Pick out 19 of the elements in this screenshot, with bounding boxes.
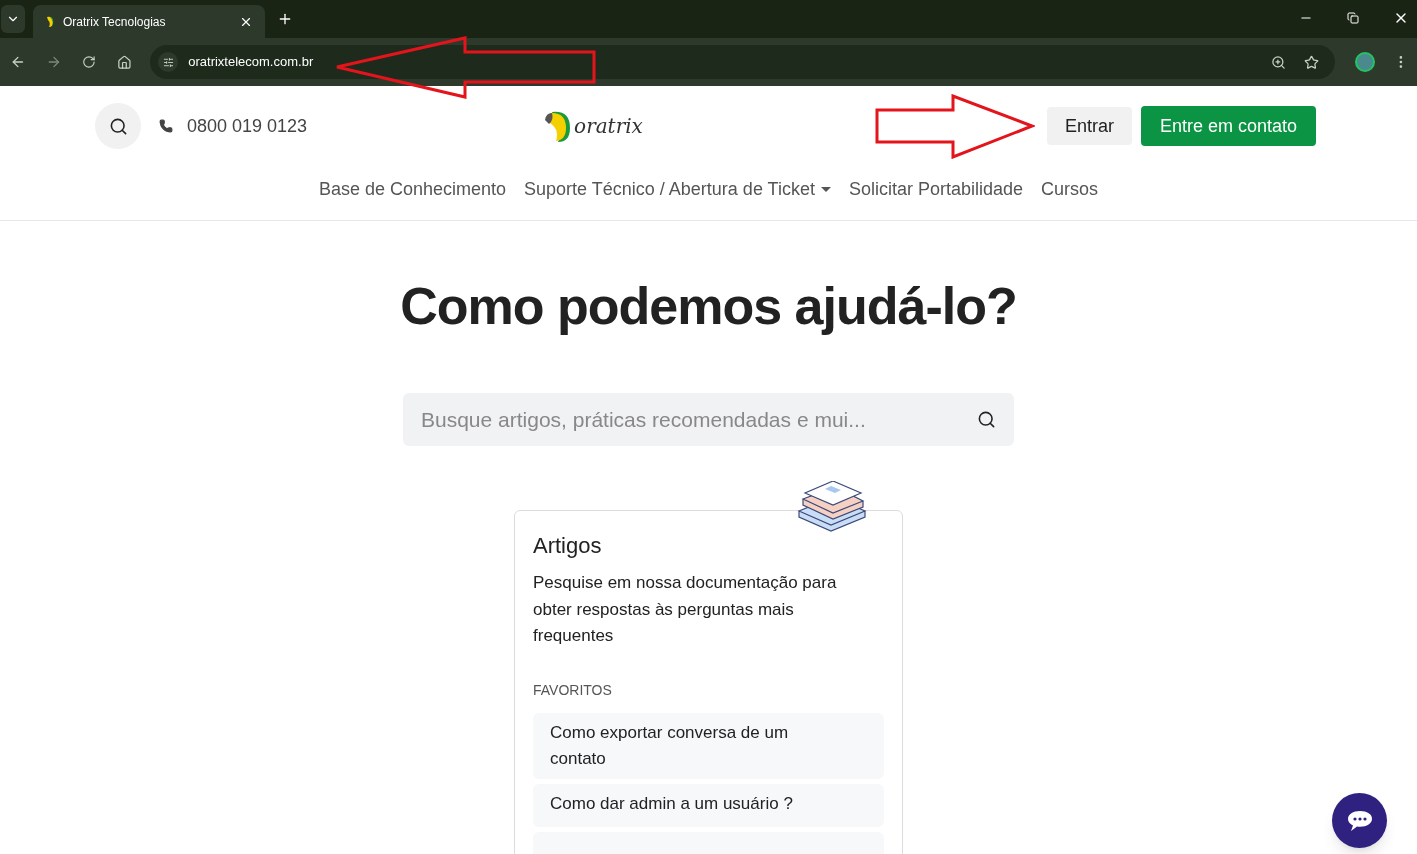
favorite-article-link[interactable]: Como exportar conversa de um contato: [533, 712, 884, 779]
card-title: Artigos: [533, 532, 603, 560]
login-button[interactable]: Entrar: [1046, 107, 1132, 145]
tab-title: Oratrix Tecnologias: [63, 13, 167, 31]
oratrix-logo[interactable]: oratrix: [542, 108, 643, 144]
nav-link[interactable]: Solicitar Portabilidade: [848, 176, 1023, 203]
address-bar[interactable]: oratrixtelecom.com.br: [150, 45, 1336, 79]
favorite-article-link[interactable]: Como dar admin a um usuário ?: [533, 783, 884, 827]
card-description: Pesquise em nossa documentação para obter respostas às perguntas mais frequentes: [533, 572, 838, 647]
nav-link[interactable]: Base de Conhecimento: [318, 176, 507, 203]
nav-link[interactable]: Cursos: [1041, 176, 1099, 203]
url-text: oratrixtelecom.com.br: [188, 53, 314, 72]
contact-button[interactable]: Entre em contato: [1140, 106, 1316, 146]
section-label: FAVORITOS: [533, 680, 613, 700]
nav-link[interactable]: Suporte Técnico / Abertura de Ticket: [524, 176, 831, 203]
search-field[interactable]: Busque artigos, práticas recomendadas e mui...: [403, 393, 1014, 446]
browser-tab[interactable]: Oratrix Tecnologias: [33, 5, 265, 38]
phone-number: 0800 019 0123: [187, 114, 308, 138]
page-heading: Como podemos ajudá-lo?: [399, 276, 1018, 337]
